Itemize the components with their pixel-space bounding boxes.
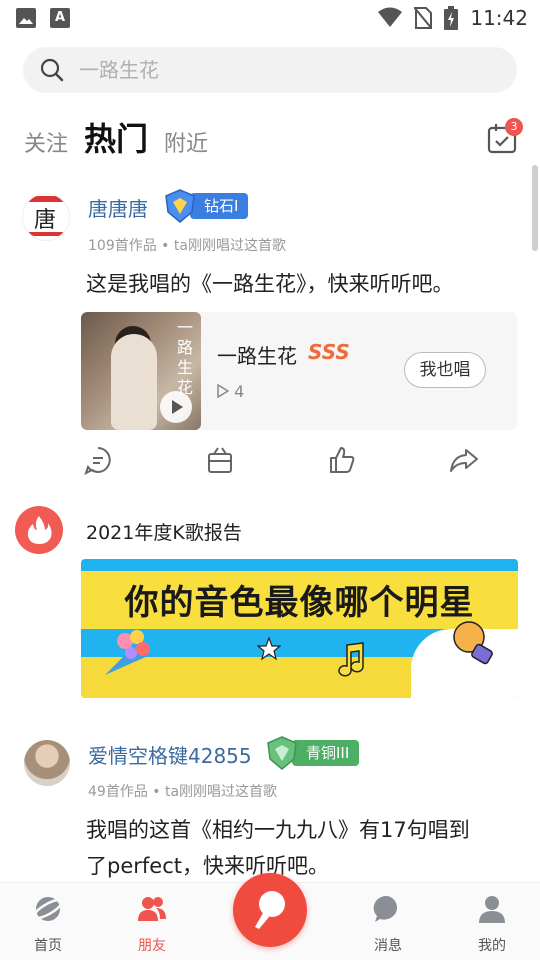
tab-follow[interactable]: 关注 bbox=[24, 126, 68, 164]
nav-friends[interactable]: 朋友 bbox=[112, 893, 192, 955]
gift-icon[interactable] bbox=[202, 442, 238, 478]
profile-icon bbox=[479, 896, 505, 923]
play-count-icon bbox=[217, 383, 230, 399]
post-username[interactable]: 唐唐唐 bbox=[88, 193, 148, 222]
search-icon bbox=[40, 58, 64, 82]
bronze-shield-icon bbox=[267, 736, 297, 770]
flame-icon bbox=[27, 516, 52, 544]
friends-icon bbox=[138, 897, 166, 921]
battery-charging-icon bbox=[444, 6, 459, 30]
wifi-icon bbox=[378, 7, 403, 27]
diamond-shield-icon bbox=[165, 189, 195, 223]
feed-tabs: 关注 热门 附近 bbox=[24, 110, 224, 164]
status-time: 11:42 bbox=[470, 6, 528, 30]
post-meta: 49首作品 • ta刚刚唱过这首歌 bbox=[88, 784, 278, 800]
message-icon bbox=[373, 895, 398, 922]
tab-nearby[interactable]: 附近 bbox=[164, 126, 208, 164]
song-card[interactable]: 一路生花 一路生花 SSS 4 我也唱 bbox=[81, 312, 517, 430]
planet-icon bbox=[32, 897, 64, 921]
nav-label: 朋友 bbox=[138, 938, 166, 954]
notification-badge: 3 bbox=[505, 118, 523, 136]
music-note-icon bbox=[338, 642, 364, 677]
promo-banner[interactable]: 你的音色最像哪个明星 bbox=[81, 559, 518, 698]
promo-title: 2021年度K歌报告 bbox=[86, 522, 242, 544]
avatar[interactable] bbox=[24, 740, 70, 786]
song-grade: SSS bbox=[308, 340, 350, 364]
level-badge: 钻石I bbox=[162, 189, 249, 223]
nav-label: 我的 bbox=[478, 938, 506, 954]
microphone-icon bbox=[255, 891, 285, 929]
nav-profile[interactable]: 我的 bbox=[452, 893, 532, 955]
scrollbar[interactable] bbox=[532, 165, 538, 251]
sing-microphone-button[interactable] bbox=[233, 873, 307, 947]
search-bar[interactable] bbox=[23, 47, 517, 93]
play-count: 4 bbox=[217, 382, 244, 401]
star-icon bbox=[257, 637, 281, 661]
share-icon[interactable] bbox=[446, 442, 482, 478]
play-count-value: 4 bbox=[234, 382, 245, 401]
image-icon bbox=[16, 8, 36, 28]
song-title: 一路生花 bbox=[217, 344, 297, 368]
karaoke-logo[interactable] bbox=[15, 506, 63, 554]
sing-too-button[interactable]: 我也唱 bbox=[404, 352, 486, 388]
post-text-line: 我唱的这首《相约一九九八》有17句唱到 bbox=[86, 818, 470, 842]
level-label: 钻石I bbox=[190, 193, 249, 219]
comment-icon[interactable] bbox=[80, 442, 116, 478]
avatar[interactable]: 唐 bbox=[22, 193, 70, 241]
song-cover[interactable]: 一路生花 bbox=[81, 312, 201, 430]
cover-text: 一路生花 bbox=[177, 318, 194, 397]
microphone-decoration-icon bbox=[453, 621, 493, 665]
play-icon[interactable] bbox=[160, 391, 192, 423]
like-icon[interactable] bbox=[324, 442, 360, 478]
level-badge: 青铜III bbox=[264, 736, 360, 770]
nav-label: 首页 bbox=[34, 938, 62, 954]
flower-bouquet-icon bbox=[105, 630, 150, 675]
level-label: 青铜III bbox=[292, 740, 360, 766]
no-sim-icon bbox=[414, 7, 433, 29]
nav-home[interactable]: 首页 bbox=[8, 893, 88, 955]
tab-hot[interactable]: 热门 bbox=[84, 114, 148, 164]
post-meta: 109首作品 • ta刚刚唱过这首歌 bbox=[88, 238, 286, 254]
nav-label: 消息 bbox=[374, 938, 402, 954]
post-username[interactable]: 爱情空格键42855 bbox=[88, 740, 252, 769]
search-input[interactable] bbox=[79, 47, 499, 93]
status-bar: A 11:42 bbox=[0, 0, 540, 38]
post-text: 这是我唱的《一路生花》，快来听听吧。 bbox=[86, 272, 454, 296]
post-actions bbox=[80, 442, 520, 482]
nav-messages[interactable]: 消息 bbox=[348, 893, 428, 955]
a-icon: A bbox=[50, 8, 70, 28]
